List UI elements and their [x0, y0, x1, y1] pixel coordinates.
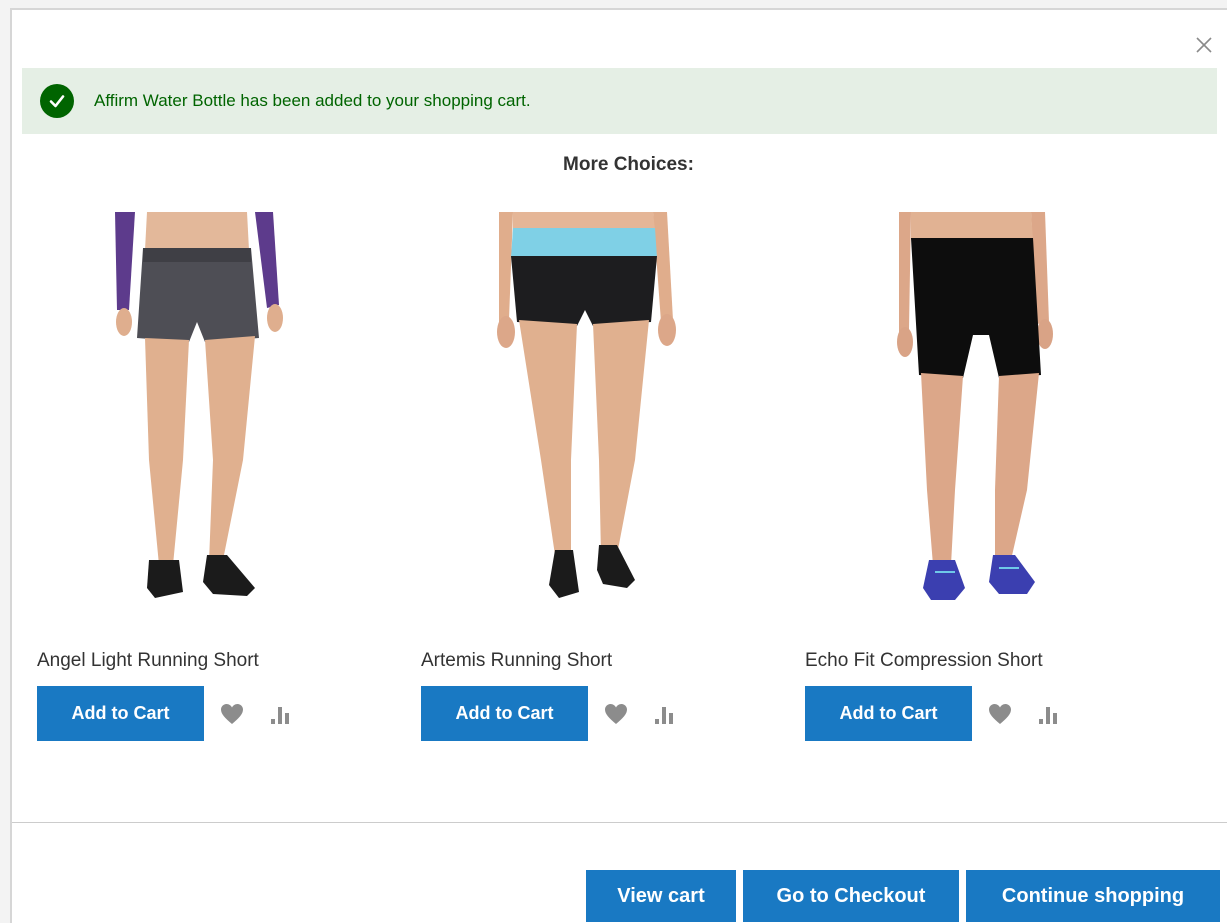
more-choices-heading: More Choices:	[563, 154, 694, 175]
product-image[interactable]	[421, 210, 761, 610]
check-circle-icon	[40, 84, 74, 118]
heart-icon[interactable]	[604, 703, 628, 725]
heart-icon[interactable]	[988, 703, 1012, 725]
view-cart-button[interactable]: View cart	[586, 870, 736, 922]
product-list: Angel Light Running Short Add to Cart Ar…	[37, 210, 1217, 750]
product-name[interactable]: Artemis Running Short	[421, 650, 612, 672]
product-card: Artemis Running Short Add to Cart	[421, 210, 761, 750]
product-card: Angel Light Running Short Add to Cart	[37, 210, 377, 750]
heart-icon[interactable]	[220, 703, 244, 725]
continue-shopping-button[interactable]: Continue shopping	[966, 870, 1220, 922]
success-message: Affirm Water Bottle has been added to yo…	[22, 68, 1217, 134]
compare-icon[interactable]	[651, 703, 677, 725]
footer-divider	[12, 822, 1227, 823]
product-image[interactable]	[37, 210, 377, 610]
add-to-cart-button[interactable]: Add to Cart	[421, 686, 588, 741]
close-button[interactable]	[1191, 32, 1217, 58]
product-name[interactable]: Echo Fit Compression Short	[805, 650, 1043, 672]
compare-icon[interactable]	[1035, 703, 1061, 725]
add-to-cart-modal: Affirm Water Bottle has been added to yo…	[10, 8, 1227, 923]
close-icon	[1196, 37, 1212, 53]
compare-icon[interactable]	[267, 703, 293, 725]
product-card: Echo Fit Compression Short Add to Cart	[805, 210, 1145, 750]
go-to-checkout-button[interactable]: Go to Checkout	[743, 870, 959, 922]
add-to-cart-button[interactable]: Add to Cart	[37, 686, 204, 741]
success-message-text: Affirm Water Bottle has been added to yo…	[94, 91, 531, 110]
add-to-cart-button[interactable]: Add to Cart	[805, 686, 972, 741]
product-name[interactable]: Angel Light Running Short	[37, 650, 259, 672]
product-image[interactable]	[805, 210, 1145, 610]
